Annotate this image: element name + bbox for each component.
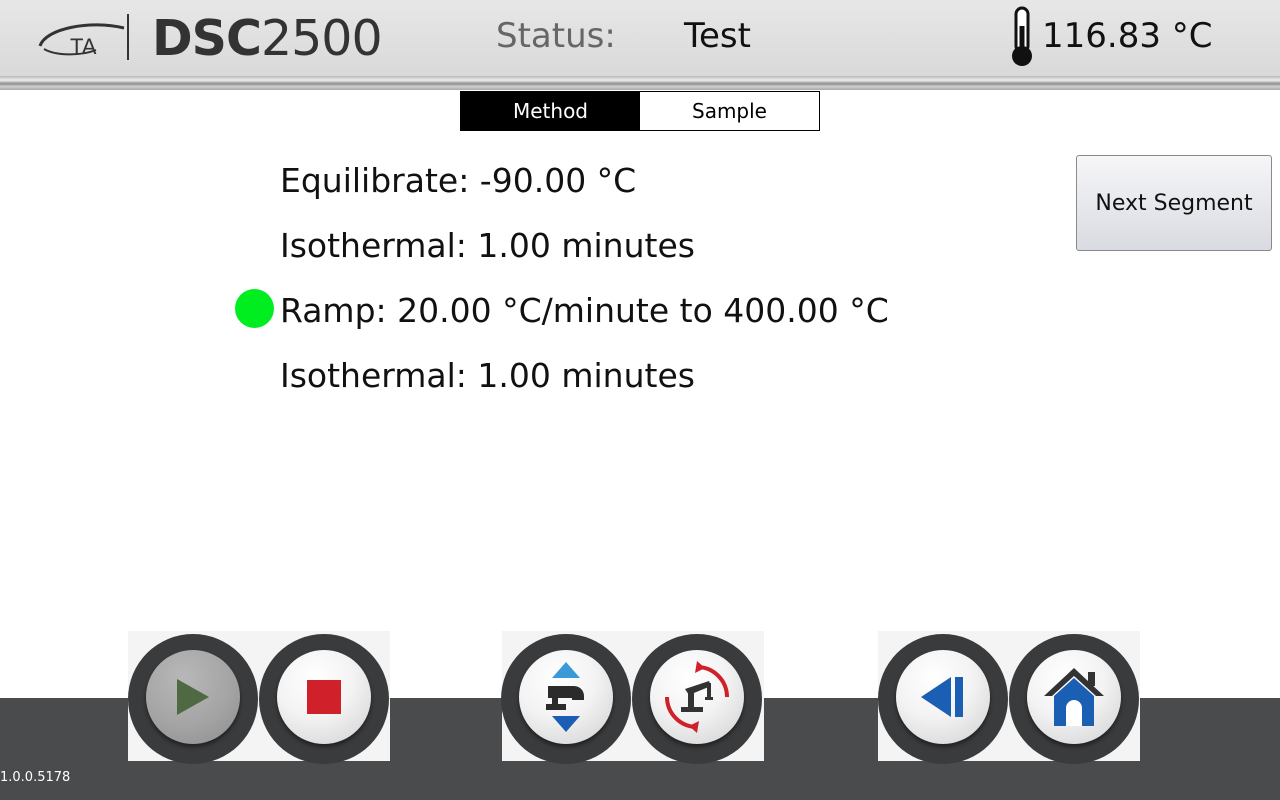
product-name-number: 2500 — [260, 10, 383, 67]
play-button-frame — [128, 634, 258, 764]
lid-button-frame — [501, 634, 631, 764]
thermometer-icon — [1012, 6, 1032, 66]
next-segment-button[interactable]: Next Segment — [1076, 155, 1272, 251]
status-value: Test — [684, 16, 751, 56]
play-icon — [177, 679, 209, 715]
view-tabs: Method Sample — [460, 91, 820, 131]
ta-logo: TA — [38, 23, 125, 59]
stop-run-button[interactable] — [277, 650, 371, 744]
header-divider — [0, 76, 1280, 90]
stop-button-frame — [259, 634, 389, 764]
product-name: DSC2500 — [152, 9, 383, 69]
autosampler-button[interactable] — [650, 650, 744, 744]
logo-divider — [127, 14, 129, 60]
start-run-button[interactable] — [146, 650, 240, 744]
lid-open-close-button[interactable] — [519, 650, 613, 744]
method-segment-active: Ramp: 20.00 °C/minute to 400.00 °C — [280, 291, 889, 330]
tab-method[interactable]: Method — [461, 92, 640, 130]
status-label: Status: — [496, 16, 616, 56]
product-name-bold: DSC — [152, 10, 262, 67]
home-icon — [1044, 668, 1104, 726]
back-button-frame — [878, 634, 1008, 764]
method-segment: Isothermal: 1.00 minutes — [280, 356, 695, 395]
method-segment: Equilibrate: -90.00 °C — [280, 161, 637, 200]
home-button-frame — [1009, 634, 1139, 764]
temperature-readout: 116.83 °C — [1042, 16, 1213, 56]
tab-sample[interactable]: Sample — [640, 92, 819, 130]
lid-open-close-icon — [546, 662, 584, 732]
version-label: 1.0.0.5178 — [0, 770, 71, 785]
back-icon — [921, 677, 963, 717]
svg-text:TA: TA — [70, 34, 97, 59]
header-bar: TA DSC2500 Status: Test 116.83 °C — [0, 0, 1280, 76]
home-button[interactable] — [1027, 650, 1121, 744]
stop-icon — [307, 680, 341, 714]
back-button[interactable] — [896, 650, 990, 744]
method-segment: Isothermal: 1.00 minutes — [280, 226, 695, 265]
active-segment-indicator — [235, 289, 274, 328]
autosampler-button-frame — [632, 634, 762, 764]
autosampler-icon — [665, 661, 729, 733]
